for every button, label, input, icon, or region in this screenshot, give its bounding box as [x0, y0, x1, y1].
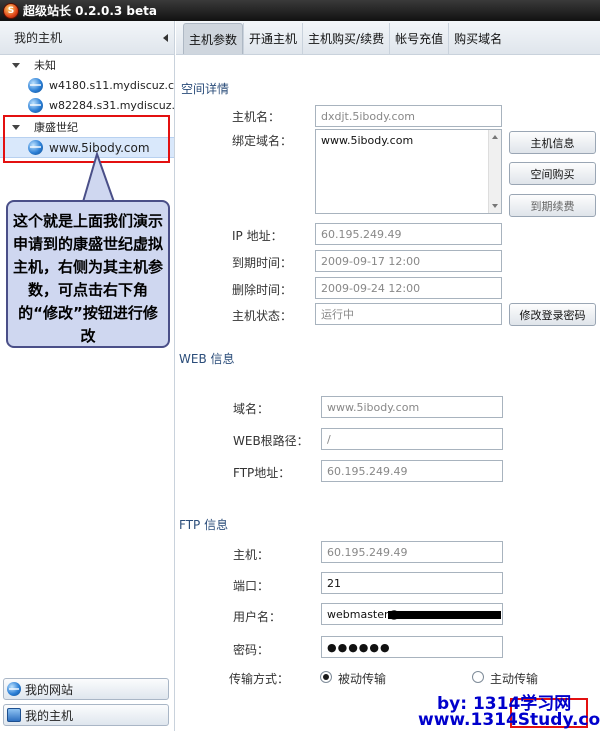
ftp-port-field[interactable]: 21: [321, 572, 503, 594]
window-title: 超级站长 0.2.0.3 beta: [23, 4, 157, 18]
tab-open-host[interactable]: 开通主机: [243, 23, 302, 54]
section-space-details: 空间详情: [181, 80, 600, 97]
bound-domain-textarea[interactable]: www.5ibody.com: [315, 129, 502, 214]
scroll-up-icon[interactable]: [492, 135, 498, 139]
ftp-address-label: FTP地址：: [233, 466, 291, 480]
sidebar-title: 我的主机: [14, 31, 63, 45]
tab-host-params[interactable]: 主机参数: [183, 23, 244, 54]
scroll-down-icon[interactable]: [492, 204, 498, 208]
app-logo-icon: S: [3, 2, 19, 19]
tab-buy-domain[interactable]: 购买域名: [448, 23, 507, 54]
web-domain-label: 域名：: [233, 402, 270, 416]
active-mode-radio[interactable]: [472, 671, 484, 683]
ip-field[interactable]: 60.195.249.49: [315, 223, 502, 245]
ftp-host-label: 主机：: [233, 548, 270, 562]
expire-time-label: 到期时间：: [232, 256, 293, 270]
tree-host-label: w82284.s31.mydiscuz.c: [49, 98, 174, 112]
ftp-password-label: 密码：: [233, 643, 270, 657]
tree-host-item[interactable]: w4180.s11.mydiscuz.co: [0, 75, 174, 95]
tree-host-label: w4180.s11.mydiscuz.co: [49, 78, 174, 92]
change-login-password-button[interactable]: 修改登录密码: [509, 303, 596, 326]
collapse-sidebar-icon[interactable]: [163, 33, 168, 42]
host-name-label: 主机名：: [232, 110, 281, 124]
section-web-info: WEB 信息: [179, 350, 600, 367]
web-root-label: WEB根路径：: [233, 434, 309, 448]
host-icon: [7, 708, 21, 722]
bound-domain-label: 绑定域名：: [232, 134, 293, 148]
space-buy-button[interactable]: 空间购买: [509, 162, 596, 185]
ip-label: IP 地址：: [232, 229, 283, 243]
watermark-line2: www.1314Study.com: [418, 710, 600, 730]
web-root-field[interactable]: /: [321, 428, 503, 450]
tab-bar: 主机参数 开通主机 主机购买/续费 帐号充值 购买域名: [176, 21, 600, 55]
ftp-host-field[interactable]: 60.195.249.49: [321, 541, 503, 563]
passive-mode-radio[interactable]: [320, 671, 332, 683]
globe-icon: [28, 97, 43, 113]
delete-time-label: 删除时间：: [232, 283, 293, 297]
redaction-bar: [388, 611, 501, 619]
ftp-port-label: 端口：: [233, 579, 270, 593]
web-domain-field[interactable]: www.5ibody.com: [321, 396, 503, 418]
active-mode-label: 主动传输: [490, 672, 539, 686]
textarea-scrollbar[interactable]: [488, 130, 501, 213]
callout-pointer: [81, 152, 116, 204]
tree-group-label: 未知: [34, 59, 56, 72]
tree-group-unknown[interactable]: 未知: [0, 55, 174, 75]
tab-recharge[interactable]: 帐号充值: [389, 23, 448, 54]
section-ftp-info: FTP 信息: [179, 516, 600, 533]
annotation-callout: 这个就是上面我们演示申请到的康盛世纪虚拟主机，右侧为其主机参数，可点击右下角的“…: [6, 200, 170, 348]
expire-time-field[interactable]: 2009-09-17 12:00: [315, 250, 502, 272]
globe-icon: [28, 77, 43, 93]
sidebar-header: 我的主机: [0, 21, 174, 55]
my-sites-button[interactable]: 我的网站: [3, 678, 169, 700]
renew-button[interactable]: 到期续费: [509, 194, 596, 217]
main-panel: 空间详情 主机名： dxdjt.5ibody.com 绑定域名： www.5ib…: [176, 56, 600, 731]
host-name-field[interactable]: dxdjt.5ibody.com: [315, 105, 502, 127]
ftp-username-label: 用户名：: [233, 610, 282, 624]
globe-icon: [7, 682, 21, 696]
tree-host-item[interactable]: w82284.s31.mydiscuz.c: [0, 95, 174, 115]
delete-time-field[interactable]: 2009-09-24 12:00: [315, 277, 502, 299]
host-status-field[interactable]: 运行中: [315, 303, 502, 325]
ftp-address-field[interactable]: 60.195.249.49: [321, 460, 503, 482]
title-bar: S 超级站长 0.2.0.3 beta: [0, 0, 600, 21]
host-status-label: 主机状态：: [232, 309, 293, 323]
expand-triangle-icon[interactable]: [12, 62, 20, 68]
my-hosts-button[interactable]: 我的主机: [3, 704, 169, 726]
host-info-button[interactable]: 主机信息: [509, 131, 596, 154]
passive-mode-label: 被动传输: [338, 672, 387, 686]
transfer-mode-label: 传输方式：: [229, 672, 290, 686]
ftp-password-field[interactable]: ●●●●●●: [321, 636, 503, 658]
tab-buy-renew[interactable]: 主机购买/续费: [302, 23, 389, 54]
